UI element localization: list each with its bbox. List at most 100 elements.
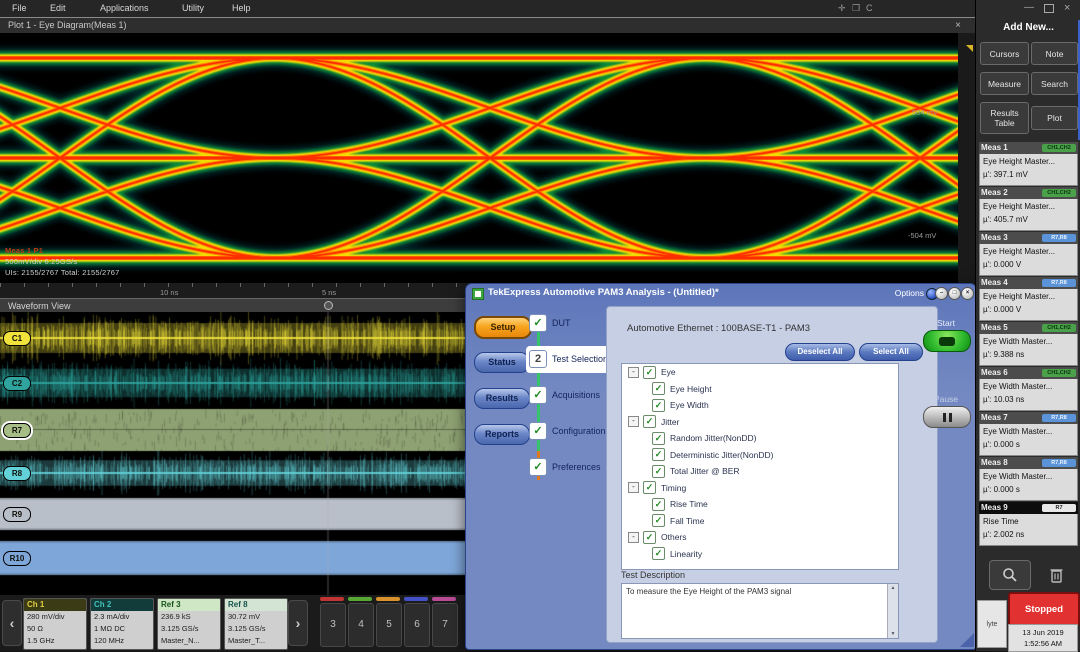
window-icon[interactable]: ❐ (852, 3, 860, 14)
status-button[interactable]: Status (474, 352, 530, 373)
tree-item-random-jitter[interactable]: ✓Random Jitter(NonDD) (622, 430, 898, 447)
checkbox-icon[interactable]: ✓ (652, 547, 665, 560)
step-test-selection-icon[interactable]: 2 (529, 350, 547, 368)
checkbox-icon[interactable]: ✓ (652, 514, 665, 527)
measure-button[interactable]: Measure (980, 72, 1029, 95)
note-button[interactable]: Note (1031, 42, 1078, 65)
dialog-title-bar[interactable]: TekExpress Automotive PAM3 Analysis - (U… (466, 284, 976, 302)
reports-button[interactable]: Reports (474, 424, 530, 445)
clear-icon[interactable]: C (866, 3, 873, 13)
channel-slot-5[interactable]: 5 (376, 603, 402, 647)
expander-icon[interactable]: - (628, 482, 639, 493)
delete-button[interactable] (1041, 560, 1071, 588)
channel-settings-ch2[interactable]: Ch 2 2.3 mA/div 1 MΩ DC 120 MHz (90, 598, 154, 650)
results-table-button[interactable]: Results Table (980, 102, 1029, 134)
options-menu[interactable]: Options (895, 284, 924, 302)
maximize-icon[interactable] (1044, 4, 1054, 13)
tree-item-rise-time[interactable]: ✓Rise Time (622, 496, 898, 513)
tree-item-eye-height[interactable]: ✓Eye Height (622, 381, 898, 398)
tree-group-timing[interactable]: -✓Timing (622, 480, 898, 497)
dialog-minimize-button[interactable]: – (935, 287, 948, 300)
menu-utility[interactable]: Utility (182, 3, 204, 13)
step-configuration-check-icon[interactable]: ✓ (529, 422, 547, 440)
checkbox-icon[interactable]: ✓ (652, 399, 665, 412)
expander-icon[interactable]: - (628, 532, 639, 543)
step-configuration[interactable]: Configuration (552, 426, 606, 436)
cursors-button[interactable]: Cursors (980, 42, 1029, 65)
scroll-up-icon[interactable]: ▲ (888, 585, 898, 591)
scroll-down-icon[interactable]: ▼ (888, 631, 898, 637)
measurement-badge-3[interactable]: Meas 3R7,R8 Eye Height Master...µ': 0.00… (979, 232, 1078, 275)
dialog-maximize-button[interactable]: □ (948, 287, 961, 300)
results-button[interactable]: Results (474, 388, 530, 409)
eye-diagram-plot[interactable]: Meas 1 P1 500mV/div 6.25GS/s UIs: 2155/2… (0, 33, 958, 283)
channel-settings-ref3[interactable]: Ref 3 236.9 kS 3.125 GS/s Master_N... (157, 598, 221, 650)
channel-settings-ref8[interactable]: Ref 8 30.72 mV 3.125 GS/s Master_T... (224, 598, 288, 650)
step-preferences[interactable]: Preferences (552, 462, 601, 472)
checkbox-icon[interactable]: ✓ (643, 415, 656, 428)
stopped-status-button[interactable]: Stopped (1008, 592, 1080, 626)
menu-file[interactable]: File (12, 3, 27, 13)
scrollbar[interactable]: ▲▼ (887, 584, 898, 638)
checkbox-icon[interactable]: ✓ (643, 531, 656, 544)
tree-item-total-jitter[interactable]: ✓Total Jitter @ BER (622, 463, 898, 480)
close-icon[interactable]: × (1064, 2, 1070, 14)
checkbox-icon[interactable]: ✓ (652, 498, 665, 511)
minimize-icon[interactable]: — (1024, 2, 1034, 13)
scroll-right-icon[interactable]: › (288, 600, 308, 646)
measurement-badge-5[interactable]: Meas 5CH1,CH2 Eye Width Master...µ': 9.3… (979, 322, 1078, 365)
checkbox-icon[interactable]: ✓ (643, 366, 656, 379)
channel-slot-3[interactable]: 3 (320, 603, 346, 647)
checkbox-icon[interactable]: ✓ (652, 382, 665, 395)
checkbox-icon[interactable]: ✓ (652, 448, 665, 461)
zoom-button[interactable] (989, 560, 1031, 590)
dialog-close-button[interactable]: × (961, 287, 974, 300)
resize-grip[interactable] (960, 633, 974, 647)
pause-button[interactable] (923, 406, 971, 428)
plot-title-bar[interactable]: Plot 1 - Eye Diagram(Meas 1) × (0, 18, 975, 34)
select-all-button[interactable]: Select All (859, 343, 923, 361)
channel-slot-6[interactable]: 6 (404, 603, 430, 647)
test-tree[interactable]: -✓Eye ✓Eye Height ✓Eye Width -✓Jitter ✓R… (621, 363, 899, 570)
step-preferences-check-icon[interactable]: ✓ (529, 458, 547, 476)
channel-slot-4[interactable]: 4 (348, 603, 374, 647)
step-test-selection[interactable]: Test Selection (552, 354, 608, 364)
crosshair-icon[interactable]: ✛ (838, 3, 846, 14)
plot-button[interactable]: Plot (1031, 106, 1078, 130)
expansion-point-marker[interactable] (324, 301, 333, 310)
search-button[interactable]: Search (1031, 72, 1078, 95)
channel-badge-r8[interactable]: R8 (3, 466, 31, 481)
step-dut-check-icon[interactable]: ✓ (529, 314, 547, 332)
tree-group-jitter[interactable]: -✓Jitter (622, 414, 898, 431)
step-acquisitions[interactable]: Acquisitions (552, 390, 600, 400)
tree-group-others[interactable]: -✓Others (622, 529, 898, 546)
setup-button[interactable]: Setup (474, 316, 532, 339)
checkbox-icon[interactable]: ✓ (643, 481, 656, 494)
menu-edit[interactable]: Edit (50, 3, 66, 13)
measurement-badge-9[interactable]: Meas 9R7 Rise Timeµ': 2.002 ns (979, 502, 1078, 545)
step-acquisitions-check-icon[interactable]: ✓ (529, 386, 547, 404)
scroll-left-icon[interactable]: ‹ (2, 600, 22, 646)
tree-item-fall-time[interactable]: ✓Fall Time (622, 513, 898, 530)
tree-item-deterministic-jitter[interactable]: ✓Deterministic Jitter(NonDD) (622, 447, 898, 464)
measurement-badge-1[interactable]: Meas 1CH1,CH2 Eye Height Master...µ': 39… (979, 142, 1078, 185)
channel-badge-c2[interactable]: C2 (3, 376, 31, 391)
start-button[interactable] (923, 330, 971, 352)
menu-help[interactable]: Help (232, 3, 251, 13)
expander-icon[interactable]: - (628, 416, 639, 427)
channel-badge-r10[interactable]: R10 (3, 551, 31, 566)
plot-close-icon[interactable]: × (955, 18, 961, 33)
channel-slot-7[interactable]: 7 (432, 603, 458, 647)
channel-badge-c1[interactable]: C1 (3, 331, 31, 346)
deselect-all-button[interactable]: Deselect All (785, 343, 855, 361)
measurement-badge-8[interactable]: Meas 8R7,R8 Eye Width Master...µ': 0.000… (979, 457, 1078, 500)
menu-applications[interactable]: Applications (100, 3, 149, 13)
tekexpress-dialog[interactable]: TekExpress Automotive PAM3 Analysis - (U… (465, 283, 977, 650)
channel-settings-ch1[interactable]: Ch 1 280 mV/div 50 Ω 1.5 GHz (23, 598, 87, 650)
checkbox-icon[interactable]: ✓ (652, 465, 665, 478)
channel-badge-r7[interactable]: R7 (3, 423, 31, 438)
expander-icon[interactable]: - (628, 367, 639, 378)
measurement-badge-4[interactable]: Meas 4R7,R8 Eye Height Master...µ': 0.00… (979, 277, 1078, 320)
channel-badge-r9[interactable]: R9 (3, 507, 31, 522)
step-dut[interactable]: DUT (552, 318, 571, 328)
